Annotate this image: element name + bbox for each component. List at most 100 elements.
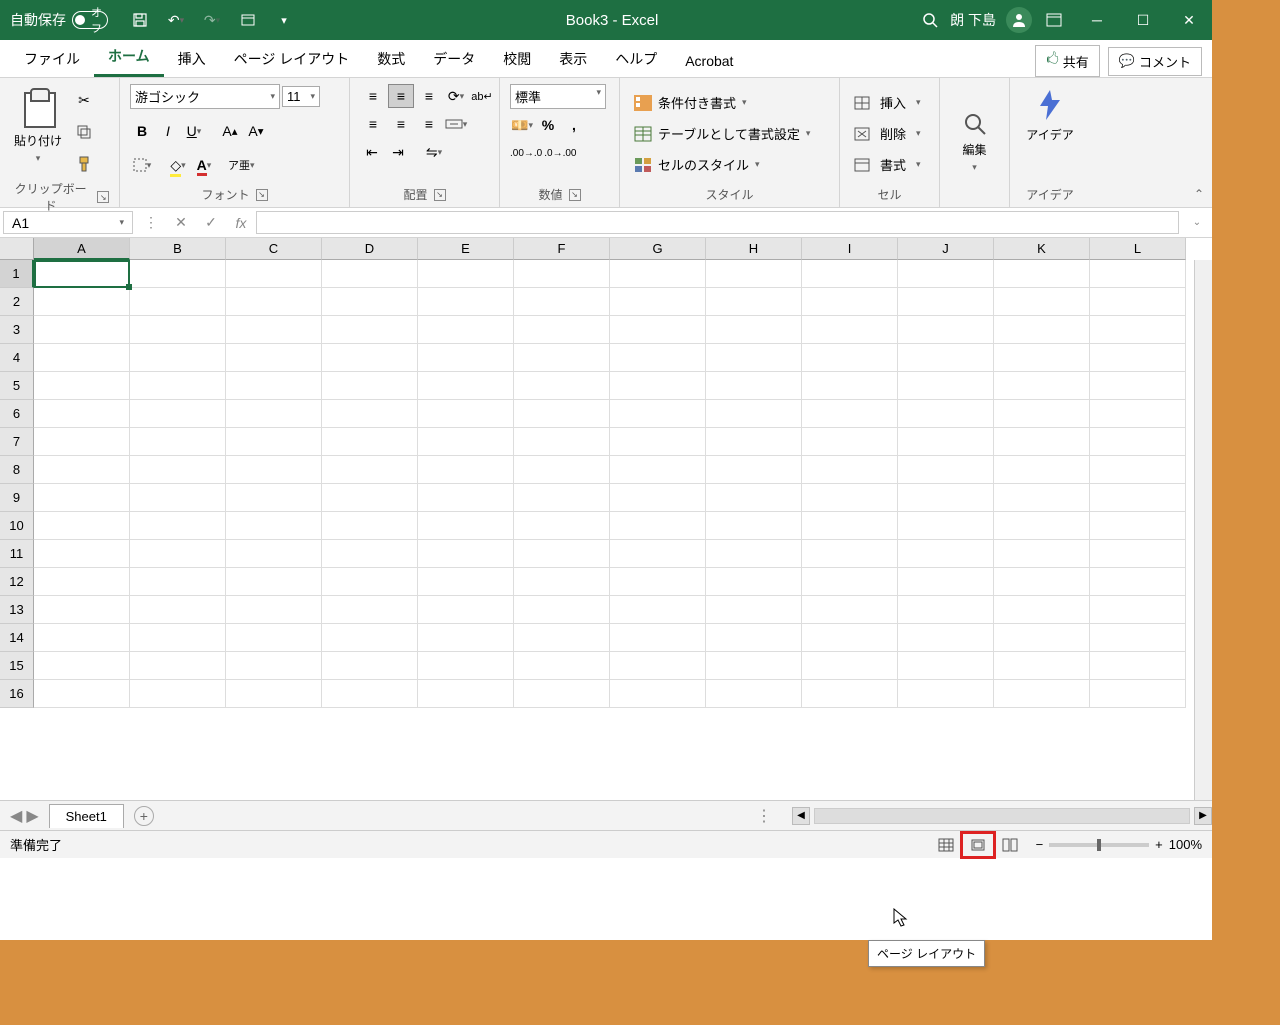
- sheet-tab-1[interactable]: Sheet1: [49, 804, 124, 828]
- new-sheet-button[interactable]: +: [134, 806, 154, 826]
- qat-customize-icon[interactable]: ▾: [272, 8, 296, 32]
- delete-cells-button[interactable]: 削除▾: [850, 121, 925, 146]
- font-color-button[interactable]: A▾: [192, 153, 216, 177]
- ribbon-display-icon[interactable]: [1042, 8, 1066, 32]
- zoom-level[interactable]: 100%: [1169, 837, 1202, 852]
- name-box[interactable]: A1▾: [3, 211, 133, 234]
- view-page-layout-icon[interactable]: [962, 833, 994, 857]
- cell-styles-button[interactable]: セルのスタイル▾: [630, 152, 764, 177]
- autosave-toggle[interactable]: オフ: [72, 11, 108, 29]
- decrease-indent-icon[interactable]: ⇤: [360, 140, 384, 164]
- number-format-combo[interactable]: 標準▾: [510, 84, 606, 109]
- bold-button[interactable]: B: [130, 119, 154, 143]
- clipboard-launcher[interactable]: ↘: [97, 191, 109, 203]
- row-header-16[interactable]: 16: [0, 680, 34, 708]
- hscroll-right-icon[interactable]: ▶: [1194, 807, 1212, 825]
- share-button[interactable]: 🖒共有: [1035, 45, 1099, 77]
- col-header-G[interactable]: G: [610, 238, 706, 260]
- search-icon[interactable]: [918, 8, 942, 32]
- view-page-break-icon[interactable]: [994, 833, 1026, 857]
- sheet-bar-more-icon[interactable]: ⋮: [756, 806, 772, 826]
- row-header-10[interactable]: 10: [0, 512, 34, 540]
- row-header-11[interactable]: 11: [0, 540, 34, 568]
- fx-icon[interactable]: fx: [226, 208, 256, 237]
- format-painter-icon[interactable]: [72, 152, 96, 176]
- decrease-font-icon[interactable]: A▾: [244, 119, 268, 143]
- tab-home[interactable]: ホーム: [94, 38, 164, 77]
- row-header-12[interactable]: 12: [0, 568, 34, 596]
- sheet-nav-prev-icon[interactable]: ◀: [10, 806, 22, 826]
- font-launcher[interactable]: ↘: [256, 189, 268, 201]
- row-header-7[interactable]: 7: [0, 428, 34, 456]
- col-header-C[interactable]: C: [226, 238, 322, 260]
- row-header-3[interactable]: 3: [0, 316, 34, 344]
- col-header-L[interactable]: L: [1090, 238, 1186, 260]
- row-header-14[interactable]: 14: [0, 624, 34, 652]
- align-bottom-icon[interactable]: ≡: [416, 84, 442, 108]
- paste-button[interactable]: 貼り付け ▾: [10, 84, 66, 168]
- align-center-icon[interactable]: ≡: [388, 112, 414, 136]
- merge-cells-icon[interactable]: ▾: [444, 112, 468, 136]
- cut-icon[interactable]: ✂: [72, 88, 96, 112]
- horizontal-scrollbar[interactable]: [814, 808, 1190, 824]
- fill-color-button[interactable]: ◇▾: [166, 153, 190, 177]
- row-header-5[interactable]: 5: [0, 372, 34, 400]
- underline-button[interactable]: U▾: [182, 119, 206, 143]
- row-header-4[interactable]: 4: [0, 344, 34, 372]
- select-all-corner[interactable]: [0, 238, 34, 260]
- tab-view[interactable]: 表示: [545, 41, 601, 77]
- user-avatar-icon[interactable]: [1006, 7, 1032, 33]
- comment-button[interactable]: 💬コメント: [1108, 47, 1202, 76]
- borders-button[interactable]: ▾: [130, 153, 154, 177]
- alignment-launcher[interactable]: ↘: [434, 189, 446, 201]
- row-header-9[interactable]: 9: [0, 484, 34, 512]
- save-icon[interactable]: [128, 8, 152, 32]
- wrap-text-icon[interactable]: ab↵: [470, 84, 494, 108]
- enter-formula-icon[interactable]: ✓: [196, 208, 226, 237]
- increase-indent-icon[interactable]: ⇥: [386, 140, 410, 164]
- decrease-decimal-icon[interactable]: .0→.00: [544, 141, 576, 165]
- view-normal-icon[interactable]: [930, 833, 962, 857]
- tab-help[interactable]: ヘルプ: [601, 41, 671, 77]
- row-header-6[interactable]: 6: [0, 400, 34, 428]
- tab-file[interactable]: ファイル: [10, 41, 94, 77]
- col-header-B[interactable]: B: [130, 238, 226, 260]
- italic-button[interactable]: I: [156, 119, 180, 143]
- align-right-icon[interactable]: ≡: [416, 112, 442, 136]
- row-header-15[interactable]: 15: [0, 652, 34, 680]
- editing-button[interactable]: 編集▾: [958, 107, 992, 177]
- tab-formulas[interactable]: 数式: [363, 41, 419, 77]
- hscroll-left-icon[interactable]: ◀: [792, 807, 810, 825]
- redo-icon[interactable]: ↷▾: [200, 8, 224, 32]
- col-header-J[interactable]: J: [898, 238, 994, 260]
- col-header-A[interactable]: A: [34, 238, 130, 260]
- increase-decimal-icon[interactable]: .00→.0: [510, 141, 542, 165]
- tab-page-layout[interactable]: ページ レイアウト: [220, 41, 364, 77]
- ideas-button[interactable]: アイデア: [1022, 84, 1077, 147]
- comma-icon[interactable]: ,: [562, 113, 586, 137]
- close-button[interactable]: ✕: [1166, 0, 1212, 40]
- undo-icon[interactable]: ↶▾: [164, 8, 188, 32]
- text-direction-icon[interactable]: ⇋▾: [422, 140, 446, 164]
- collapse-ribbon-icon[interactable]: ⌃: [1194, 187, 1204, 201]
- row-header-2[interactable]: 2: [0, 288, 34, 316]
- percent-icon[interactable]: %: [536, 113, 560, 137]
- row-header-8[interactable]: 8: [0, 456, 34, 484]
- col-header-E[interactable]: E: [418, 238, 514, 260]
- currency-icon[interactable]: 💴▾: [510, 113, 534, 137]
- cells-area[interactable]: [34, 260, 1194, 800]
- vertical-scrollbar[interactable]: [1194, 260, 1212, 800]
- tab-insert[interactable]: 挿入: [164, 41, 220, 77]
- font-size-combo[interactable]: 11▾: [282, 86, 320, 107]
- align-top-icon[interactable]: ≡: [360, 84, 386, 108]
- row-header-1[interactable]: 1: [0, 260, 34, 288]
- row-header-13[interactable]: 13: [0, 596, 34, 624]
- maximize-button[interactable]: ☐: [1120, 0, 1166, 40]
- align-left-icon[interactable]: ≡: [360, 112, 386, 136]
- align-middle-icon[interactable]: ≡: [388, 84, 414, 108]
- qat-form-icon[interactable]: [236, 8, 260, 32]
- col-header-I[interactable]: I: [802, 238, 898, 260]
- fb-more-icon[interactable]: ⋮: [136, 208, 166, 237]
- col-header-D[interactable]: D: [322, 238, 418, 260]
- sheet-nav-next-icon[interactable]: ▶: [26, 806, 38, 826]
